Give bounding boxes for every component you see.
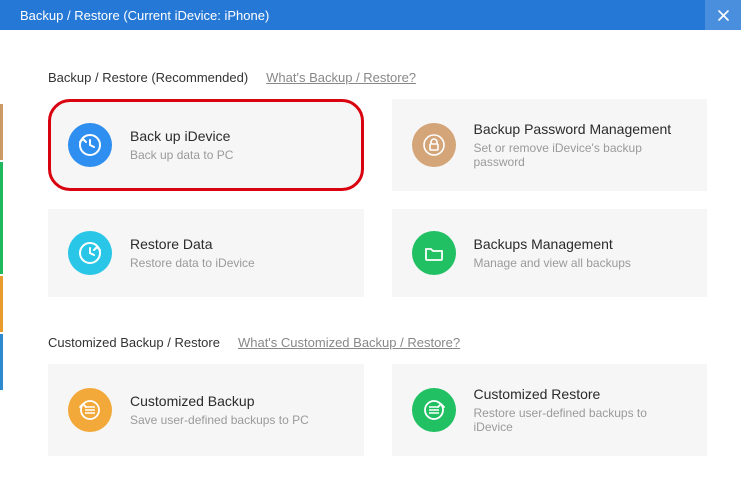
card-sub: Restore user-defined backups to iDevice (474, 406, 690, 434)
grid-customized: Customized Backup Save user-defined back… (48, 364, 707, 456)
custom-restore-icon (412, 388, 456, 432)
left-edge-strips (0, 38, 3, 392)
section-header-recommended: Backup / Restore (Recommended) What's Ba… (48, 70, 707, 85)
card-text: Back up iDevice Back up data to PC (130, 128, 233, 162)
section-header-customized: Customized Backup / Restore What's Custo… (48, 335, 707, 350)
card-title: Customized Backup (130, 393, 309, 409)
restore-clock-icon (68, 231, 112, 275)
lock-icon (412, 123, 456, 167)
help-link-recommended[interactable]: What's Backup / Restore? (266, 70, 416, 85)
titlebar: Backup / Restore (Current iDevice: iPhon… (0, 0, 741, 30)
section-title-customized: Customized Backup / Restore (48, 335, 220, 350)
card-customized-restore[interactable]: Customized Restore Restore user-defined … (392, 364, 708, 456)
card-restore-data[interactable]: Restore Data Restore data to iDevice (48, 209, 364, 297)
card-customized-backup[interactable]: Customized Backup Save user-defined back… (48, 364, 364, 456)
close-icon (718, 10, 729, 21)
card-title: Restore Data (130, 236, 255, 252)
card-title: Back up iDevice (130, 128, 233, 144)
card-backups-management[interactable]: Backups Management Manage and view all b… (392, 209, 708, 297)
card-sub: Back up data to PC (130, 148, 233, 162)
card-sub: Manage and view all backups (474, 256, 631, 270)
card-text: Customized Backup Save user-defined back… (130, 393, 309, 427)
card-text: Restore Data Restore data to iDevice (130, 236, 255, 270)
card-sub: Restore data to iDevice (130, 256, 255, 270)
grid-recommended: Back up iDevice Back up data to PC Backu… (48, 99, 707, 297)
card-sub: Set or remove iDevice's backup password (474, 141, 690, 169)
window-title: Backup / Restore (Current iDevice: iPhon… (20, 8, 269, 23)
card-text: Backups Management Manage and view all b… (474, 236, 631, 270)
folder-icon (412, 231, 456, 275)
card-title: Customized Restore (474, 386, 690, 402)
card-text: Backup Password Management Set or remove… (474, 121, 690, 169)
card-title: Backup Password Management (474, 121, 690, 137)
help-link-customized[interactable]: What's Customized Backup / Restore? (238, 335, 460, 350)
card-backup-idevice[interactable]: Back up iDevice Back up data to PC (48, 99, 364, 191)
section-title-recommended: Backup / Restore (Recommended) (48, 70, 248, 85)
backup-clock-icon (68, 123, 112, 167)
card-password-management[interactable]: Backup Password Management Set or remove… (392, 99, 708, 191)
card-sub: Save user-defined backups to PC (130, 413, 309, 427)
close-button[interactable] (705, 0, 741, 30)
main-content: Backup / Restore (Recommended) What's Ba… (0, 30, 741, 456)
card-title: Backups Management (474, 236, 631, 252)
custom-backup-icon (68, 388, 112, 432)
card-text: Customized Restore Restore user-defined … (474, 386, 690, 434)
